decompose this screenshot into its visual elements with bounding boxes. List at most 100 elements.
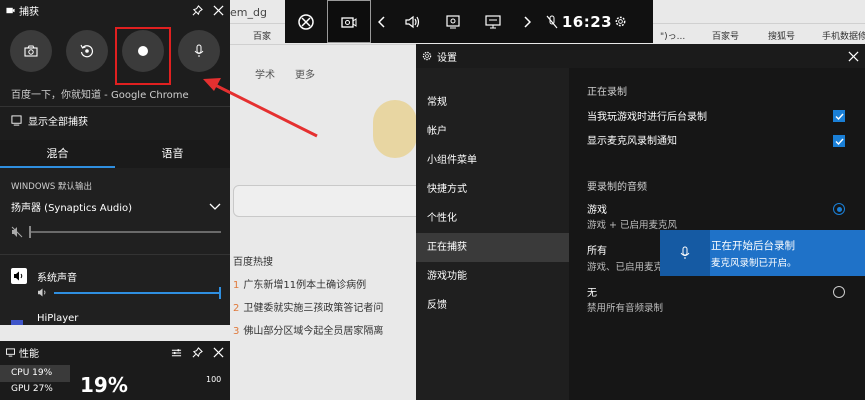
nav-general[interactable]: 常规	[416, 88, 569, 117]
cpu-big-value: 19%	[80, 373, 128, 397]
close-button[interactable]	[213, 5, 224, 16]
scroll-right-button[interactable]	[513, 0, 541, 43]
capture-panel-title: 捕获	[19, 7, 39, 18]
performance-widget-button[interactable]	[433, 0, 473, 43]
mic-muted-button[interactable]	[541, 0, 563, 43]
baidu-logo	[373, 100, 417, 158]
close-button[interactable]	[848, 50, 859, 62]
resources-widget-button[interactable]	[473, 0, 513, 43]
mic-notify-label: 显示麦克风录制通知	[587, 136, 677, 147]
nav-personalization[interactable]: 个性化	[416, 204, 569, 233]
show-all-captures-link[interactable]: 显示全部捕获	[11, 113, 88, 128]
chevron-down-icon	[209, 203, 221, 210]
monitor-icon	[6, 348, 15, 357]
close-button[interactable]	[213, 347, 224, 358]
performance-title: 性能	[19, 349, 39, 360]
nav-shortcuts[interactable]: 快捷方式	[416, 175, 569, 204]
audio-option-game-radio[interactable]	[833, 203, 845, 215]
toast-subtitle: 麦克风录制已开启。	[711, 257, 797, 269]
capture-status: 百度一下，你就知道 - Google Chrome	[11, 90, 189, 101]
system-volume-slider[interactable]	[54, 286, 221, 299]
capture-widget-button[interactable]	[327, 0, 371, 43]
audio-option-none-label: 无	[587, 288, 597, 299]
system-sound-icon	[11, 268, 27, 284]
settings-button[interactable]	[609, 0, 631, 43]
xbox-button[interactable]	[285, 0, 327, 43]
nav-widget-menu[interactable]: 小组件菜单	[416, 146, 569, 175]
background-record-label: 当我玩游戏时进行后台录制	[587, 112, 707, 123]
options-button[interactable]	[171, 348, 182, 358]
tab-voice[interactable]: 语音	[115, 140, 230, 168]
speaker-muted-icon[interactable]	[11, 226, 23, 238]
checkmark-icon	[835, 138, 844, 145]
close-icon	[213, 347, 224, 358]
show-all-label: 显示全部捕获	[28, 117, 88, 128]
settings-panel: 设置 常规 帐户 小组件菜单 快捷方式 个性化 正在捕获 游戏功能 反馈 正在录…	[416, 44, 865, 400]
output-device-select[interactable]: 扬声器 (Synaptics Audio)	[11, 199, 221, 214]
xbox-icon	[298, 13, 314, 30]
news-item[interactable]: 3 佛山部分区域今起全员居家隔离	[233, 322, 383, 337]
master-volume-slider[interactable]	[29, 226, 221, 238]
toast-icon-box	[660, 230, 710, 276]
pin-icon	[192, 347, 203, 358]
annotation-arrow	[203, 78, 318, 138]
audio-option-game-label: 游戏	[587, 205, 607, 216]
capture-icon	[341, 16, 357, 28]
app-name-system: 系统声音	[37, 273, 77, 284]
audio-option-all-label: 所有	[587, 246, 607, 257]
master-volume-thumb[interactable]	[29, 226, 31, 238]
toast-title: 正在开始后台录制	[711, 239, 795, 252]
recording-toast[interactable]: 正在开始后台录制 麦克风录制已开启。	[660, 230, 865, 276]
output-label: WINDOWS 默认输出	[11, 182, 93, 192]
record-highlight-box	[115, 27, 171, 85]
bookmark-other[interactable]: ")っ...	[660, 29, 685, 43]
nav-account[interactable]: 帐户	[416, 117, 569, 146]
bookmark-souhu[interactable]: 搜狐号	[768, 29, 795, 43]
nav-gaming-features[interactable]: 游戏功能	[416, 262, 569, 291]
record-last-button[interactable]	[66, 30, 108, 72]
gallery-icon	[11, 115, 22, 126]
gear-icon	[422, 51, 432, 61]
hot-search-title: 百度热搜	[233, 257, 273, 268]
audio-option-none-radio[interactable]	[833, 286, 845, 298]
chart-max-label: 100	[206, 375, 222, 384]
settings-header: 设置	[416, 44, 865, 68]
mic-notify-checkbox[interactable]	[833, 135, 845, 147]
section-audio-title: 要录制的音频	[587, 182, 647, 193]
nav-feedback[interactable]: 反馈	[416, 291, 569, 320]
clock: 16:23	[561, 12, 613, 31]
scroll-left-button[interactable]	[371, 0, 393, 43]
mic-off-icon	[546, 15, 558, 28]
audio-option-game-desc: 游戏 + 已启用麦克风	[587, 220, 677, 231]
speaker-icon[interactable]	[37, 288, 48, 297]
audio-option-all-desc: 游戏、已启用麦克	[587, 262, 664, 273]
news-item[interactable]: 1 广东新增11例本土确诊病例	[233, 276, 366, 291]
search-input[interactable]	[233, 185, 423, 217]
gpu-metric[interactable]: GPU 27%	[11, 384, 53, 394]
bookmark-baijia[interactable]: 百家	[253, 29, 271, 43]
system-volume-thumb[interactable]	[219, 286, 221, 299]
cpu-metric[interactable]: CPU 19%	[0, 365, 70, 382]
tab-mix[interactable]: 混合	[0, 140, 115, 168]
background-record-checkbox[interactable]	[833, 110, 845, 122]
bookmark-phone-data[interactable]: 手机数据修	[822, 29, 865, 43]
mic-icon	[194, 44, 204, 57]
browser-tab[interactable]: em_dg	[230, 6, 267, 19]
pin-button[interactable]	[192, 5, 203, 16]
sliders-icon	[171, 348, 182, 356]
audio-panel: 混合 语音 WINDOWS 默认输出 扬声器 (Synaptics Audio)…	[0, 140, 230, 325]
nav-capturing[interactable]: 正在捕获	[416, 233, 569, 262]
app-name-hiplayer: HiPlayer	[37, 313, 79, 324]
news-item[interactable]: 2 卫健委就实施三孩政策答记者问	[233, 299, 383, 314]
pin-button[interactable]	[192, 347, 203, 358]
audio-option-none-desc: 禁用所有音频录制	[587, 303, 664, 314]
audio-widget-button[interactable]	[393, 0, 433, 43]
capture-icon	[6, 7, 15, 14]
screenshot-button[interactable]	[10, 30, 52, 72]
bookmark-baijiahao[interactable]: 百家号	[712, 29, 739, 43]
mic-toggle-button[interactable]	[178, 30, 220, 72]
close-icon	[213, 5, 224, 16]
performance-panel: 性能 CPU 19% GPU 27% 19% 100	[0, 341, 230, 400]
mic-icon	[680, 246, 690, 259]
radio-dot	[836, 206, 842, 212]
